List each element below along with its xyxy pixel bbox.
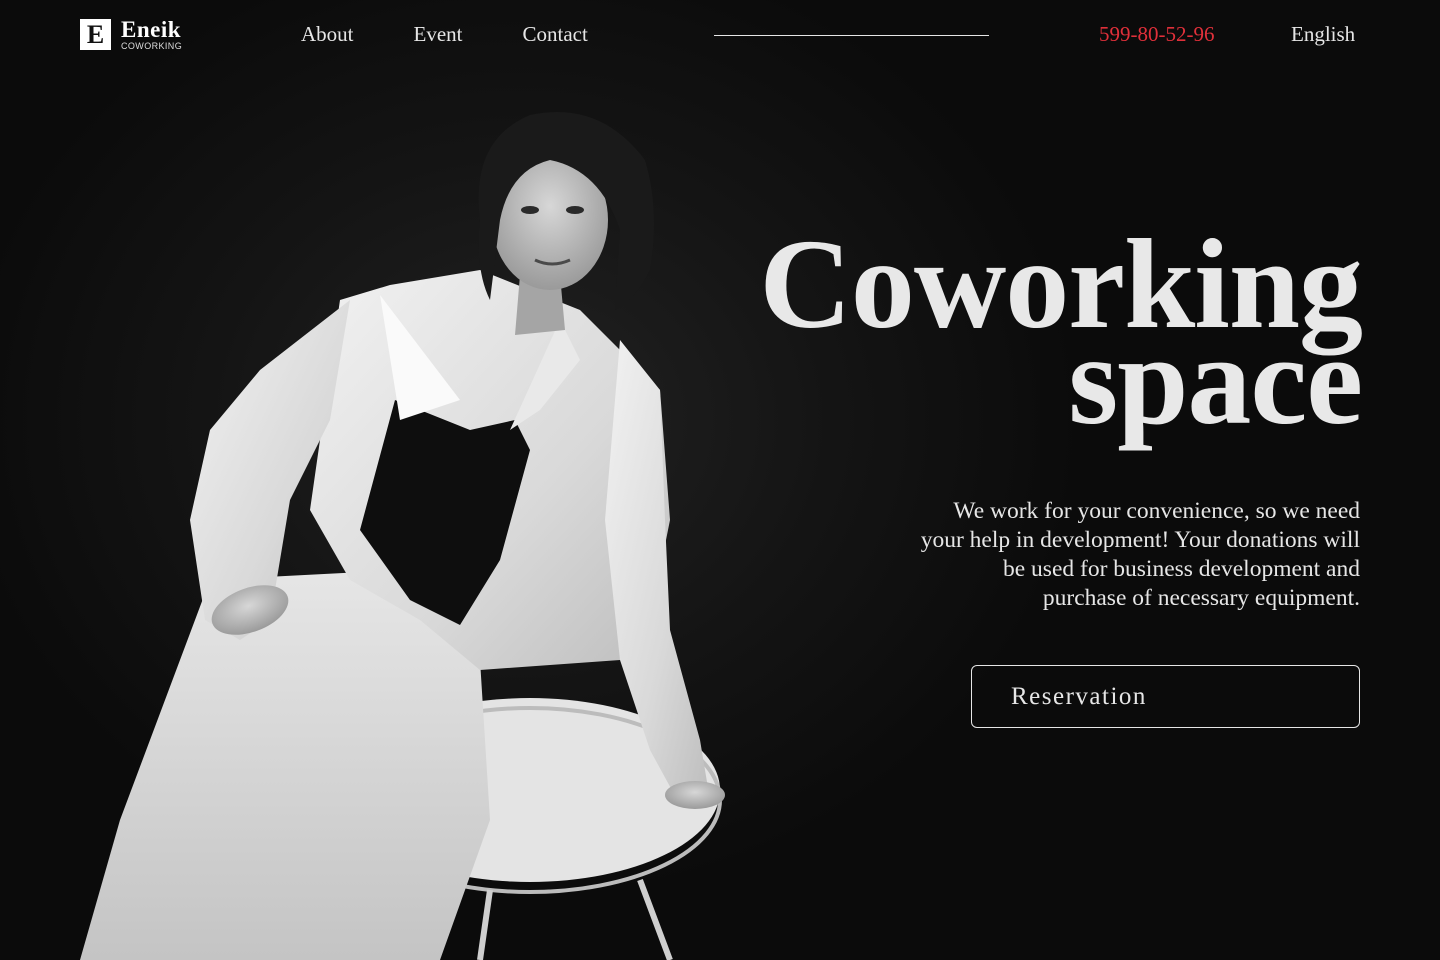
- brand-name: Eneik: [121, 17, 182, 42]
- hero-description: We work for your convenience, so we need…: [920, 498, 1360, 611]
- language-selector[interactable]: English: [1291, 22, 1355, 47]
- logo-wordmark: Eneik COWORKING: [121, 18, 182, 51]
- logo-mark-icon: E: [80, 19, 111, 50]
- main-nav: About Event Contact: [301, 22, 648, 47]
- phone-link[interactable]: 599-80-52-96: [1099, 22, 1214, 47]
- header-divider: [714, 35, 989, 36]
- nav-item-contact[interactable]: Contact: [522, 22, 587, 47]
- reservation-button[interactable]: Reservation: [971, 665, 1360, 728]
- brand-logo[interactable]: E Eneik COWORKING: [80, 18, 182, 51]
- brand-tagline: COWORKING: [121, 41, 183, 51]
- site-header: E Eneik COWORKING About Event Contact 59…: [0, 0, 1440, 72]
- right-hand: [665, 781, 725, 809]
- trousers: [80, 570, 490, 960]
- nav-item-about[interactable]: About: [301, 22, 354, 47]
- nav-item-event[interactable]: Event: [414, 22, 463, 47]
- hero-photo: [80, 112, 725, 960]
- hero-title: Coworking space: [722, 220, 1363, 444]
